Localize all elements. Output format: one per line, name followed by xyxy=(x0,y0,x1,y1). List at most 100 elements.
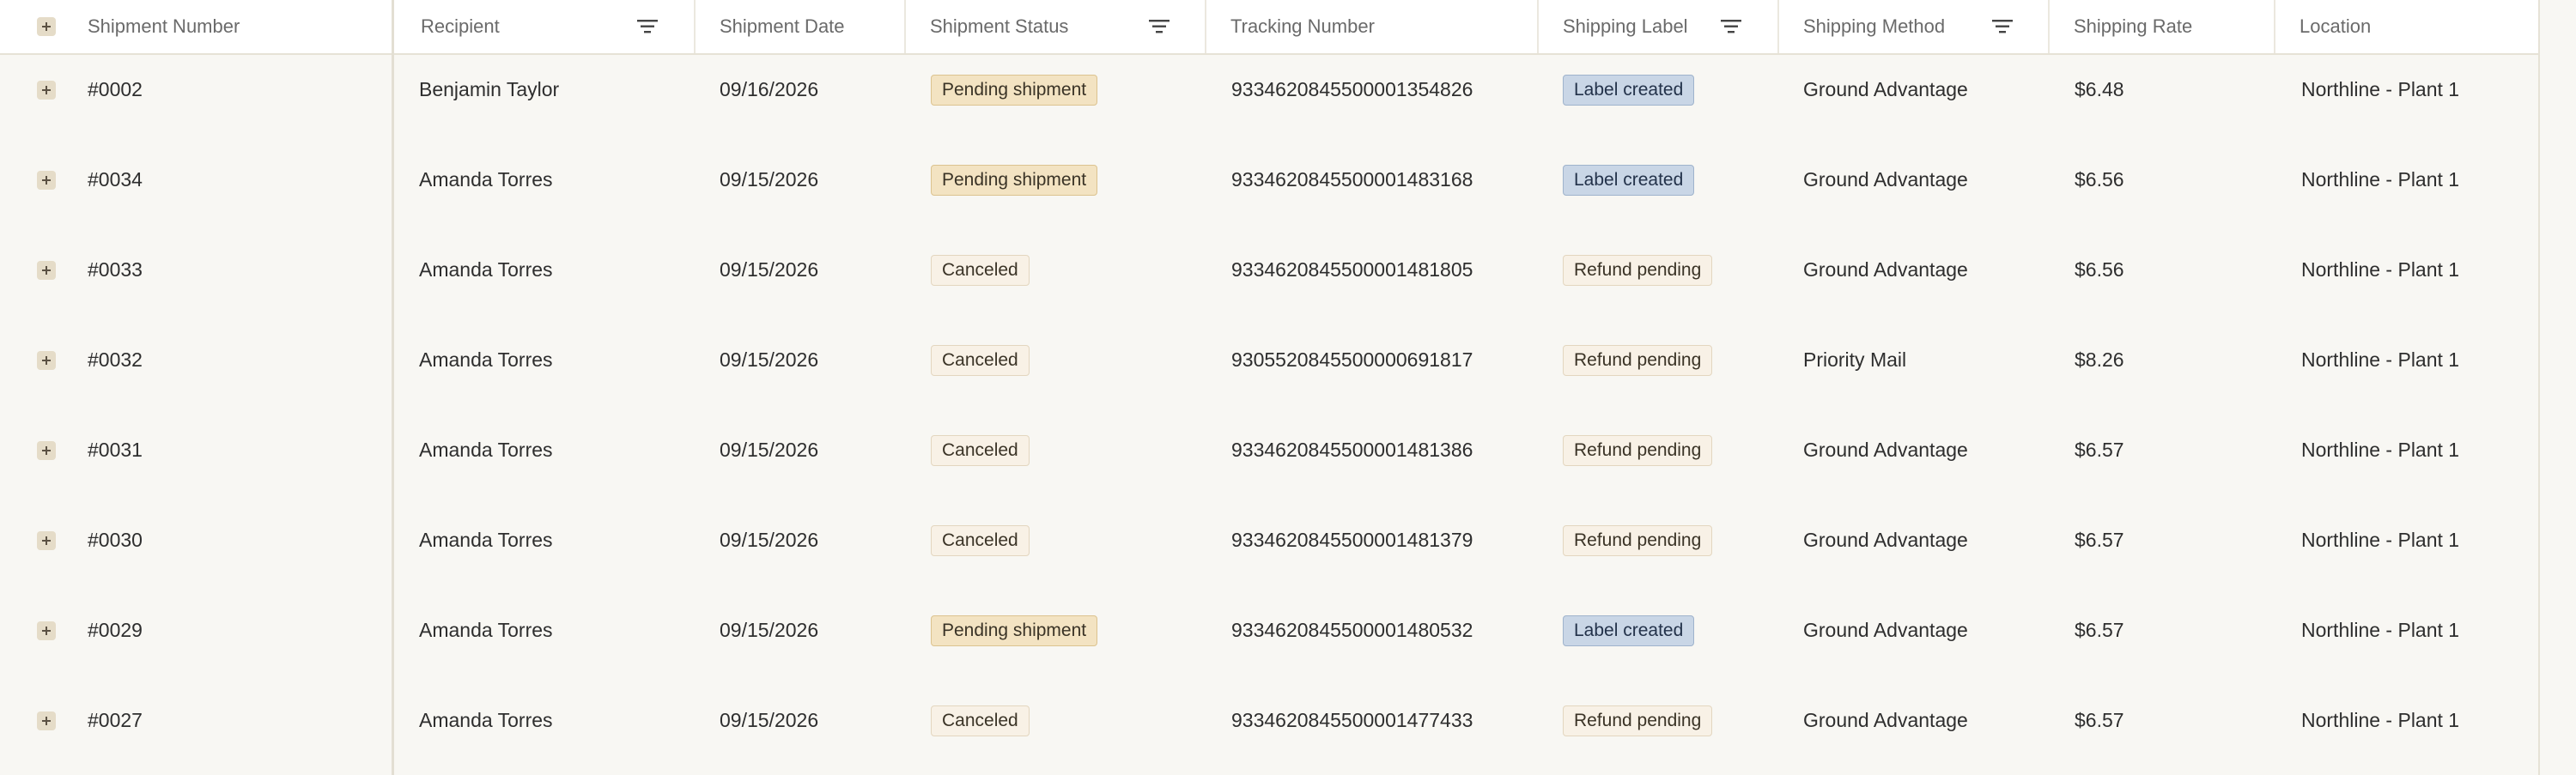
column-label: Shipping Method xyxy=(1803,15,1946,37)
tracking-number[interactable]: 9334620845500001483168 xyxy=(1231,135,1473,225)
expand-all-icon[interactable] xyxy=(37,17,56,36)
column-label: Tracking Number xyxy=(1230,15,1375,37)
shipment-number[interactable]: #0030 xyxy=(88,495,143,585)
shipment-date: 09/15/2026 xyxy=(720,619,819,641)
expand-row-icon[interactable] xyxy=(37,531,56,550)
shipment-number[interactable]: #0032 xyxy=(88,315,143,405)
filter-icon[interactable] xyxy=(1148,19,1170,34)
shipment-date: 09/15/2026 xyxy=(720,168,819,191)
shipping-label-badge: Label created xyxy=(1563,615,1695,646)
shipment-status-cell: Canceled xyxy=(931,225,1030,315)
shipping-label-badge: Refund pending xyxy=(1563,344,1713,376)
recipient: Amanda Torres xyxy=(419,168,553,191)
tracking-number[interactable]: 9334620845500001477433 xyxy=(1231,675,1473,766)
shipment-status-badge: Canceled xyxy=(931,705,1030,736)
shipment-status-badge: Canceled xyxy=(931,254,1030,286)
column-label: Shipment Date xyxy=(720,15,845,37)
shipping-method: Ground Advantage xyxy=(1803,709,1968,731)
location: Northline - Plant 1 xyxy=(2301,439,2460,461)
shipment-number[interactable]: #0034 xyxy=(88,135,143,225)
shipment-status-badge: Canceled xyxy=(931,434,1030,466)
shipping-rate: $6.56 xyxy=(2075,258,2124,281)
filter-icon[interactable] xyxy=(1991,19,2014,34)
shipping-label-cell: Refund pending xyxy=(1563,225,1713,315)
filter-icon[interactable] xyxy=(1720,19,1742,34)
table-row[interactable]: #0002 Benjamin Taylor 09/16/2026 Pending… xyxy=(0,45,2538,135)
shipping-label-badge: Refund pending xyxy=(1563,524,1713,556)
recipient: Amanda Torres xyxy=(419,619,553,641)
shipment-status-cell: Pending shipment xyxy=(931,135,1098,225)
shipment-status-cell: Canceled xyxy=(931,675,1030,766)
shipping-label-cell: Refund pending xyxy=(1563,405,1713,495)
column-label: Shipping Rate xyxy=(2074,15,2193,37)
shipment-number[interactable]: #0031 xyxy=(88,405,143,495)
recipient: Amanda Torres xyxy=(419,258,553,281)
shipments-table: Shipment Number Recipient Shipment Date … xyxy=(0,0,2576,775)
shipping-label-badge: Label created xyxy=(1563,164,1695,196)
tracking-number[interactable]: 9334620845500001481386 xyxy=(1231,405,1473,495)
table-row[interactable]: #0027 Amanda Torres 09/15/2026 Canceled … xyxy=(0,675,2538,766)
expand-row-icon[interactable] xyxy=(37,351,56,370)
shipment-date: 09/15/2026 xyxy=(720,529,819,551)
shipment-status-badge: Pending shipment xyxy=(931,615,1098,646)
tracking-number[interactable]: 9305520845500000691817 xyxy=(1231,315,1473,405)
expand-row-icon[interactable] xyxy=(37,711,56,730)
shipment-status-cell: Canceled xyxy=(931,405,1030,495)
tracking-number[interactable]: 9334620845500001354826 xyxy=(1231,45,1473,135)
table-row[interactable]: #0033 Amanda Torres 09/15/2026 Canceled … xyxy=(0,225,2538,315)
shipment-status-badge: Canceled xyxy=(931,524,1030,556)
filter-icon[interactable] xyxy=(636,19,659,34)
shipping-rate: $6.57 xyxy=(2075,619,2124,641)
shipment-date: 09/15/2026 xyxy=(720,348,819,371)
location: Northline - Plant 1 xyxy=(2301,348,2460,371)
table-row[interactable]: #0032 Amanda Torres 09/15/2026 Canceled … xyxy=(0,315,2538,405)
expand-row-icon[interactable] xyxy=(37,171,56,190)
shipping-rate: $6.57 xyxy=(2075,709,2124,731)
shipment-status-cell: Canceled xyxy=(931,315,1030,405)
shipment-status-badge: Pending shipment xyxy=(931,164,1098,196)
shipment-date: 09/16/2026 xyxy=(720,78,819,100)
expand-row-icon[interactable] xyxy=(37,441,56,460)
shipping-rate: $6.56 xyxy=(2075,168,2124,191)
table-row[interactable]: #0030 Amanda Torres 09/15/2026 Canceled … xyxy=(0,495,2538,585)
shipping-method: Ground Advantage xyxy=(1803,619,1968,641)
shipment-date: 09/15/2026 xyxy=(720,709,819,731)
expand-row-icon[interactable] xyxy=(37,261,56,280)
shipping-label-cell: Label created xyxy=(1563,135,1695,225)
shipping-label-badge: Refund pending xyxy=(1563,434,1713,466)
tracking-number[interactable]: 9334620845500001481805 xyxy=(1231,225,1473,315)
column-label: Shipment Number xyxy=(88,15,240,37)
shipment-status-cell: Canceled xyxy=(931,495,1030,585)
shipment-number[interactable]: #0002 xyxy=(88,45,143,135)
shipment-number[interactable]: #0027 xyxy=(88,675,143,766)
shipping-label-badge: Refund pending xyxy=(1563,705,1713,736)
shipping-label-cell: Refund pending xyxy=(1563,675,1713,766)
shipment-number[interactable]: #0029 xyxy=(88,585,143,675)
tracking-number[interactable]: 9334620845500001481379 xyxy=(1231,495,1473,585)
table-row[interactable]: #0029 Amanda Torres 09/15/2026 Pending s… xyxy=(0,585,2538,675)
column-label: Location xyxy=(2300,15,2372,37)
shipping-rate: $6.57 xyxy=(2075,529,2124,551)
shipment-number[interactable]: #0033 xyxy=(88,225,143,315)
expand-row-icon[interactable] xyxy=(37,81,56,100)
tracking-number[interactable]: 9334620845500001480532 xyxy=(1231,585,1473,675)
column-label: Shipping Label xyxy=(1563,15,1688,37)
shipping-rate: $8.26 xyxy=(2075,348,2124,371)
shipment-status-cell: Pending shipment xyxy=(931,585,1098,675)
table-row[interactable]: #0034 Amanda Torres 09/15/2026 Pending s… xyxy=(0,135,2538,225)
expand-row-icon[interactable] xyxy=(37,621,56,640)
shipping-rate: $6.57 xyxy=(2075,439,2124,461)
shipping-label-badge: Label created xyxy=(1563,74,1695,106)
shipment-date: 09/15/2026 xyxy=(720,258,819,281)
location: Northline - Plant 1 xyxy=(2301,258,2460,281)
shipment-status-badge: Canceled xyxy=(931,344,1030,376)
recipient: Amanda Torres xyxy=(419,709,553,731)
shipping-label-cell: Label created xyxy=(1563,45,1695,135)
table-row[interactable]: #0031 Amanda Torres 09/15/2026 Canceled … xyxy=(0,405,2538,495)
shipping-method: Ground Advantage xyxy=(1803,529,1968,551)
shipping-label-badge: Refund pending xyxy=(1563,254,1713,286)
shipping-method: Priority Mail xyxy=(1803,348,1907,371)
recipient: Benjamin Taylor xyxy=(419,78,560,100)
location: Northline - Plant 1 xyxy=(2301,168,2460,191)
column-label: Recipient xyxy=(421,15,500,37)
